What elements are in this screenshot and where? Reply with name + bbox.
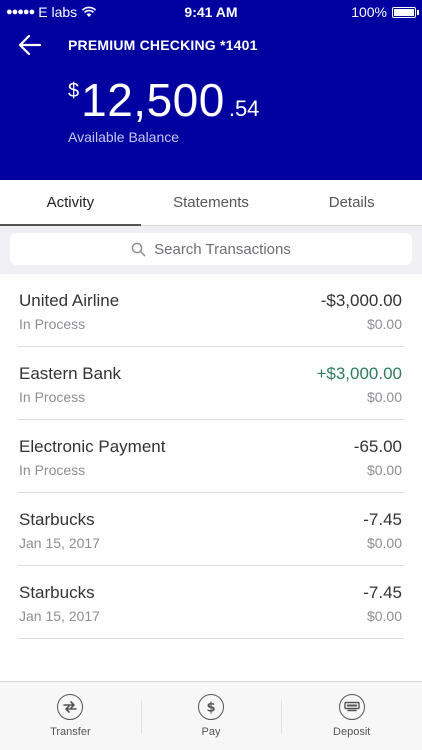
- transaction-sub-amount: $0.00: [366, 316, 402, 332]
- transaction-sub-amount: $0.00: [366, 608, 402, 624]
- nav-row: PREMIUM CHECKING *1401: [0, 30, 422, 60]
- balance-currency: $: [68, 80, 80, 102]
- balance-amount: 12,500: [81, 74, 225, 126]
- transaction-status: In Process: [19, 316, 86, 332]
- transaction-amount: -$3,000.00: [320, 291, 402, 310]
- transaction-status: In Process: [19, 389, 86, 405]
- search-area: Search Transactions: [0, 226, 422, 274]
- back-button[interactable]: [16, 32, 44, 58]
- transaction-amount: +$3,000.00: [316, 364, 402, 383]
- transaction-name: Eastern Bank: [19, 364, 122, 383]
- transaction-row[interactable]: United Airline In Process -$3,000.00 $0.…: [18, 274, 404, 347]
- search-placeholder: Search Transactions: [154, 240, 291, 258]
- pay-label: Pay: [201, 726, 221, 738]
- transaction-name: United Airline: [19, 291, 120, 310]
- transaction-name: Starbucks: [19, 510, 95, 529]
- transaction-row[interactable]: Eastern Bank In Process +$3,000.00 $0.00: [18, 347, 404, 420]
- tab-details[interactable]: Details: [281, 180, 422, 225]
- svg-text:$: $: [206, 701, 215, 716]
- account-tabs: Activity Statements Details: [0, 180, 422, 226]
- deposit-button[interactable]: Deposit: [281, 682, 422, 750]
- transaction-sub-amount: $0.00: [366, 535, 402, 551]
- transaction-status: In Process: [19, 462, 86, 478]
- transaction-amount: -65.00: [353, 437, 402, 456]
- bottom-tab-bar: Transfer $ Pay Deposit: [0, 681, 422, 750]
- transaction-row[interactable]: Electronic Payment In Process -65.00 $0.…: [18, 420, 404, 493]
- transaction-amount: -7.45: [363, 583, 402, 602]
- account-title: PREMIUM CHECKING *1401: [68, 37, 258, 53]
- transfer-button[interactable]: Transfer: [0, 682, 141, 750]
- transaction-sub-amount: $0.00: [366, 389, 402, 405]
- account-header: ●●●●● E labs 9:41 AM 100% PREMIUM CHECKI…: [0, 0, 422, 180]
- pay-icon: $: [198, 694, 224, 720]
- back-arrow-icon: [18, 34, 42, 56]
- transaction-row[interactable]: Starbucks Jan 15, 2017 -7.45 $0.00: [18, 493, 404, 566]
- transaction-amount: -7.45: [363, 510, 402, 529]
- tab-statements[interactable]: Statements: [141, 180, 282, 225]
- search-input[interactable]: Search Transactions: [10, 233, 412, 265]
- battery-percent: 100%: [351, 4, 387, 20]
- balance-cents: .54: [228, 96, 260, 121]
- pay-button[interactable]: $ Pay: [140, 682, 282, 750]
- search-icon: [131, 242, 146, 256]
- available-balance: $ 12,500 .54: [68, 74, 259, 126]
- balance-label: Available Balance: [68, 129, 180, 145]
- status-bar: ●●●●● E labs 9:41 AM 100%: [0, 0, 422, 24]
- transaction-list: United Airline In Process -$3,000.00 $0.…: [0, 274, 422, 639]
- transaction-sub-amount: $0.00: [366, 462, 402, 478]
- transaction-name: Electronic Payment: [19, 437, 166, 456]
- transaction-date: Jan 15, 2017: [19, 608, 100, 624]
- transaction-row[interactable]: Starbucks Jan 15, 2017 -7.45 $0.00: [18, 566, 404, 639]
- deposit-icon: [338, 694, 365, 720]
- status-right: 100%: [351, 4, 419, 20]
- transfer-icon: [57, 694, 84, 720]
- tab-activity[interactable]: Activity: [0, 180, 141, 226]
- transfer-label: Transfer: [50, 726, 91, 738]
- deposit-label: Deposit: [333, 726, 371, 738]
- transaction-date: Jan 15, 2017: [19, 535, 100, 551]
- battery-icon: [392, 6, 419, 18]
- transaction-name: Starbucks: [19, 583, 95, 602]
